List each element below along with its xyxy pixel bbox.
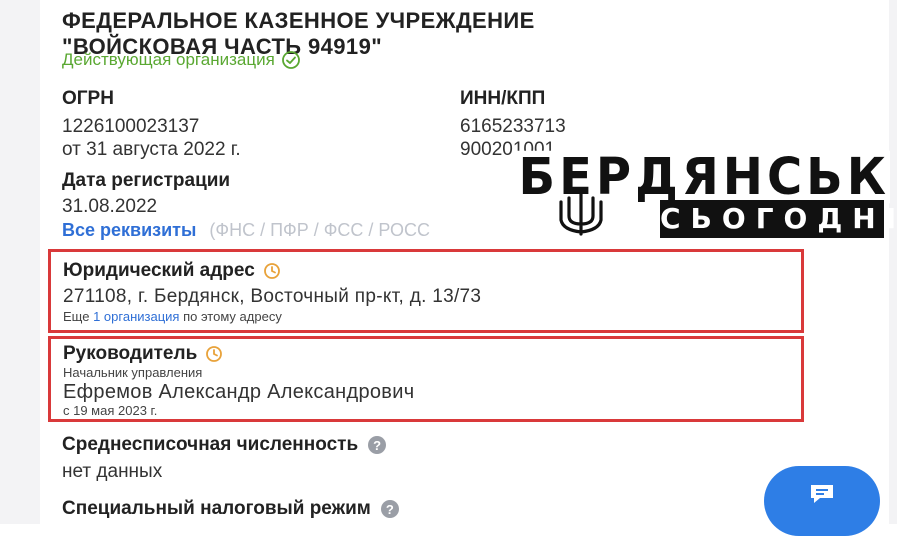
- legal-address-box: Юридический адрес 271108, г. Бердянск, В…: [48, 249, 804, 333]
- organization-name-line1: ФЕДЕРАЛЬНОЕ КАЗЕННОЕ УЧРЕЖДЕНИЕ: [62, 8, 535, 33]
- watermark-subtitle: СЬОГОДНІ: [660, 200, 896, 238]
- question-icon[interactable]: ?: [380, 500, 399, 518]
- ogrn-value: 1226100023137: [62, 116, 200, 137]
- legal-address-value: 271108, г. Бердянск, Восточный пр-кт, д.…: [63, 286, 482, 307]
- ogrn-date: от 31 августа 2022 г.: [62, 139, 241, 160]
- chat-icon: [811, 485, 833, 503]
- registration-value: 31.08.2022: [62, 196, 158, 217]
- legal-address-more: Еще 1 организация по этому адресу: [63, 309, 282, 324]
- requisites-row: Все реквизиты (ФНС / ПФР / ФСС / РОСС: [62, 220, 430, 241]
- organization-status: Действующая организация: [62, 50, 301, 70]
- check-circle-icon: [281, 51, 300, 69]
- all-requisites-link[interactable]: Все реквизиты: [62, 220, 196, 240]
- right-margin: [889, 0, 897, 524]
- headcount-title: Среднесписочная численность ?: [62, 434, 387, 456]
- company-card: ФЕДЕРАЛЬНОЕ КАЗЕННОЕ УЧРЕЖДЕНИЕ "ВОЙСКОВ…: [40, 0, 889, 524]
- same-address-organizations-link[interactable]: 1 организация: [93, 309, 179, 324]
- ogrn-label: ОГРН: [62, 88, 114, 109]
- tax-regime-title-text: Специальный налоговый режим: [62, 498, 371, 519]
- director-name[interactable]: Ефремов Александр Александрович: [63, 381, 414, 404]
- chat-button[interactable]: [764, 466, 880, 536]
- headcount-value: нет данных: [62, 461, 163, 482]
- director-box: Руководитель Начальник управления Ефремо…: [48, 336, 804, 422]
- director-position: Начальник управления: [63, 365, 203, 380]
- clock-icon: [206, 346, 223, 362]
- director-title: Руководитель: [63, 343, 223, 365]
- director-title-text: Руководитель: [63, 343, 198, 364]
- status-text: Действующая организация: [62, 50, 275, 69]
- inn-value: 6165233713: [460, 116, 566, 137]
- legal-address-title: Юридический адрес: [63, 260, 281, 282]
- inn-kpp-label: ИНН/КПП: [460, 88, 546, 109]
- clock-icon: [263, 263, 280, 279]
- trident-icon: [559, 192, 603, 236]
- question-icon[interactable]: ?: [368, 436, 387, 454]
- legal-address-title-text: Юридический адрес: [63, 260, 255, 281]
- registration-label: Дата регистрации: [62, 170, 231, 191]
- legal-address-more-prefix: Еще: [63, 309, 90, 324]
- director-since: с 19 мая 2023 г.: [63, 403, 158, 418]
- headcount-title-text: Среднесписочная численность: [62, 434, 359, 455]
- tax-regime-title: Специальный налоговый режим ?: [62, 498, 399, 520]
- legal-address-more-suffix: по этому адресу: [183, 309, 282, 324]
- requisites-sources: (ФНС / ПФР / ФСС / РОСС: [209, 220, 430, 240]
- left-margin: [0, 0, 40, 524]
